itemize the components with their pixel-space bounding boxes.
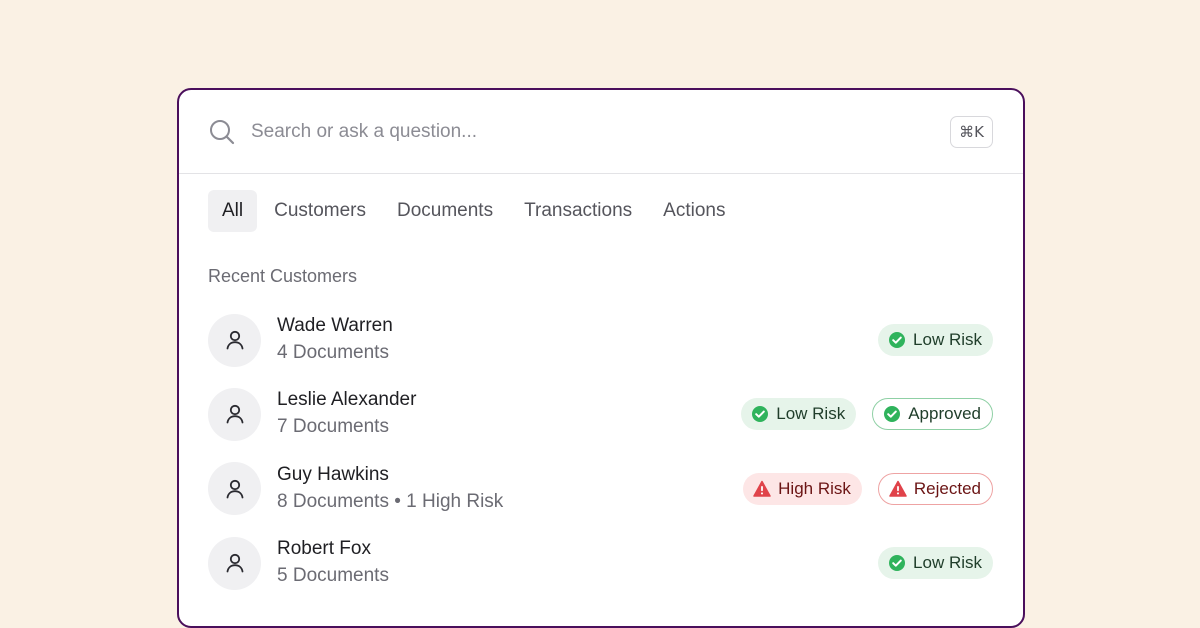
badge-label: High Risk	[778, 478, 851, 498]
customer-row[interactable]: Wade Warren 4 Documents Low Risk	[179, 303, 1023, 377]
customer-name: Leslie Alexander	[277, 389, 417, 411]
status-badges: Low Risk	[878, 324, 993, 357]
badge-label: Low Risk	[776, 404, 846, 424]
approved-status-badge: Approved	[872, 398, 993, 431]
tab-actions[interactable]: Actions	[648, 190, 740, 232]
badge-label: Rejected	[913, 478, 981, 498]
customer-info: Guy Hawkins 8 Documents • 1 High Risk	[277, 463, 743, 515]
search-bar: ⌘K	[179, 90, 1023, 174]
high-status-badge: High Risk	[743, 472, 862, 505]
filter-tabs: All Customers Documents Transactions Actions	[179, 174, 1023, 232]
customer-document-count: 7 Documents	[277, 416, 389, 438]
check-circle-icon	[883, 405, 901, 423]
command-palette: ⌘K AllCustomersDocumentsTransactionsActi…	[177, 88, 1025, 628]
customer-name: Robert Fox	[277, 538, 371, 560]
section-title: Recent Customers	[208, 266, 358, 286]
customer-info: Wade Warren 4 Documents	[277, 314, 878, 366]
low-status-badge: Low Risk	[878, 547, 993, 580]
customer-document-count: 8 Documents • 1 High Risk	[277, 490, 504, 512]
customer-row[interactable]: Leslie Alexander 7 Documents Low Risk Appro…	[179, 377, 1023, 451]
customer-info: Leslie Alexander 7 Documents	[277, 388, 741, 440]
customer-list: Wade Warren 4 Documents Low Risk Leslie Ale…	[179, 303, 1023, 600]
low-status-badge: Low Risk	[741, 398, 857, 431]
status-badges: High Risk Rejected	[743, 472, 993, 505]
avatar	[208, 387, 261, 441]
status-badges: Low Risk Approved	[741, 398, 993, 431]
badge-label: Low Risk	[913, 330, 982, 350]
user-icon	[224, 329, 246, 351]
tab-all[interactable]: All	[208, 190, 258, 232]
rejected-status-badge: Rejected	[877, 472, 993, 505]
badge-label: Low Risk	[913, 553, 982, 573]
customer-row[interactable]: Robert Fox 5 Documents Low Risk	[179, 526, 1023, 600]
search-icon	[208, 118, 236, 146]
customer-row[interactable]: Guy Hawkins 8 Documents • 1 High Risk High…	[179, 452, 1023, 526]
tab-customers[interactable]: Customers	[259, 190, 381, 232]
user-icon	[224, 478, 246, 500]
customer-document-count: 4 Documents	[277, 342, 389, 364]
tab-documents[interactable]: Documents	[382, 190, 508, 232]
customer-document-count: 5 Documents	[277, 565, 389, 587]
low-status-badge: Low Risk	[878, 324, 993, 357]
status-badges: Low Risk	[878, 547, 993, 580]
avatar	[208, 536, 261, 590]
check-circle-icon	[888, 554, 906, 572]
user-icon	[224, 403, 246, 425]
keyboard-shortcut-badge: ⌘K	[950, 115, 993, 148]
check-circle-icon	[751, 405, 769, 423]
check-circle-icon	[888, 331, 906, 349]
search-input[interactable]	[251, 120, 950, 143]
badge-label: Approved	[908, 404, 981, 424]
user-icon	[224, 552, 246, 574]
customer-name: Guy Hawkins	[277, 463, 389, 485]
avatar	[208, 313, 261, 367]
warning-triangle-icon	[753, 480, 771, 498]
warning-triangle-icon	[889, 480, 907, 498]
avatar	[208, 462, 261, 516]
customer-name: Wade Warren	[277, 315, 393, 337]
customer-info: Robert Fox 5 Documents	[277, 537, 878, 589]
tab-transactions[interactable]: Transactions	[509, 190, 647, 232]
